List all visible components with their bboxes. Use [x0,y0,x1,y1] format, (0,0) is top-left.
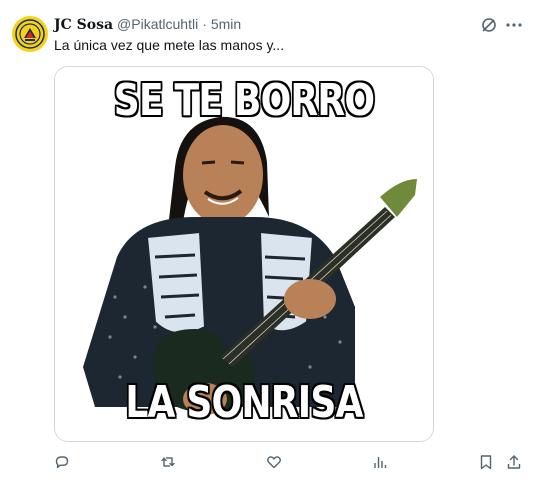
more-icon[interactable] [504,15,524,35]
like-button[interactable] [266,454,286,470]
meme-caption-bottom: LA SONRISA [125,377,363,428]
bookmark-button[interactable] [478,454,494,470]
separator-dot: · [202,16,207,32]
tweet-header: JC Sosa @Pikatlcuhtli · 5min [54,16,241,33]
reply-button[interactable] [54,454,74,470]
views-button[interactable] [372,454,392,470]
tweet-text: La única vez que mete las manos y... [54,37,285,53]
timestamp[interactable]: 5min [211,16,241,32]
club-america-crest-icon [15,19,45,49]
user-handle[interactable]: @Pikatlcuhtli [117,16,198,32]
retweet-icon [161,457,175,467]
bookmark-icon [480,455,492,470]
grok-icon[interactable] [480,16,498,34]
meme-caption-top: SE TE BORRO [113,75,375,126]
reply-icon [55,456,69,469]
tweet[interactable]: JC Sosa @Pikatlcuhtli · 5min La única ve… [0,0,536,480]
action-bar [54,454,526,476]
tweet-media[interactable]: SE TE BORRO LA SONRISA [54,66,434,442]
retweet-button[interactable] [160,454,180,470]
heart-icon [267,456,281,469]
share-button[interactable] [506,454,522,470]
display-name[interactable]: JC Sosa [54,17,113,33]
views-icon [374,457,387,468]
avatar[interactable] [12,16,48,52]
share-icon [507,455,521,469]
